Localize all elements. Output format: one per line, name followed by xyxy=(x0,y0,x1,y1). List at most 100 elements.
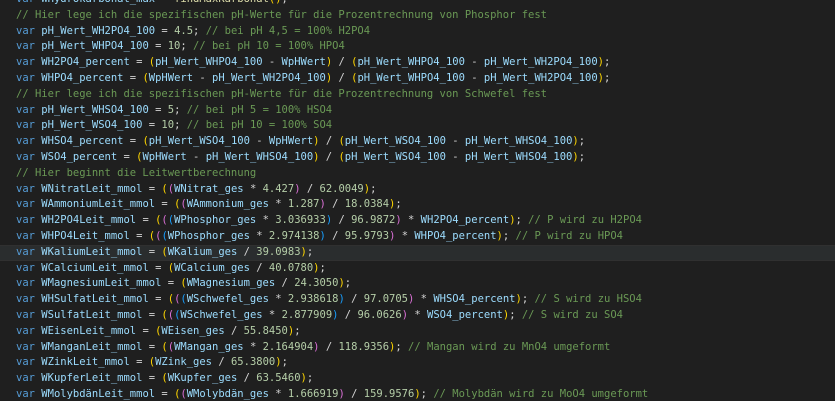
code-token: var xyxy=(16,0,41,5)
code-token: WNitrat_ges xyxy=(174,182,244,195)
code-token: * xyxy=(395,229,415,242)
code-token: WZinkLeit_mmol xyxy=(41,356,130,369)
code-token: var xyxy=(16,324,42,337)
code-line[interactable]: var WHSO4_percent = (pH_Wert_WSO4_100 - … xyxy=(0,134,835,150)
code-token: var xyxy=(16,103,42,116)
code-token: 1.287 xyxy=(287,198,320,211)
code-token: WNitratLeit_mmol xyxy=(41,182,143,195)
code-token: WKupferLeit_mmol xyxy=(41,372,143,385)
code-token: = xyxy=(155,387,175,400)
code-token: pH_Wert_WHSO4_100 xyxy=(41,103,149,116)
code-token: = xyxy=(123,135,143,148)
code-line[interactable]: var WHPO4_percent = (WpHWert - pH_Wert_W… xyxy=(0,71,835,87)
code-line[interactable]: var WHydrokarbonat_max = findMaxKarbonat… xyxy=(0,0,835,8)
code-token: 3.036933 xyxy=(275,214,326,227)
code-token: WHPO4_percent xyxy=(414,229,497,242)
code-line[interactable]: var WHPO4Leit_mmol = (((WPhosphor_ges * … xyxy=(0,229,835,245)
code-token: ; xyxy=(370,182,377,195)
code-token: () xyxy=(269,0,282,5)
code-line[interactable]: // Hier beginnt die Leitwertberechnung xyxy=(0,166,835,182)
code-token: ; xyxy=(319,261,326,274)
code-token: WH2PO4_percent xyxy=(420,214,510,227)
code-token: pH_Wert_WHSO4_100 xyxy=(464,135,573,148)
code-line[interactable]: var pH_Wert_WHPO4_100 = 10; // bei pH 10… xyxy=(0,39,835,55)
code-token: 65.3800 xyxy=(230,356,276,369)
code-token: ; xyxy=(174,119,187,132)
code-token: var xyxy=(16,150,42,163)
code-token: * xyxy=(249,229,269,242)
code-token: WHydrokarbonat_max xyxy=(41,0,155,5)
code-token: var xyxy=(16,182,42,195)
code-token: pH_Wert_WSO4_100 xyxy=(148,135,250,148)
code-token: ; xyxy=(294,324,301,337)
code-token: 39.0983 xyxy=(256,245,301,258)
code-line[interactable]: var WH2PO4_percent = (pH_Wert_WHPO4_100 … xyxy=(0,55,835,71)
code-token: 2.164904 xyxy=(262,340,314,353)
code-token: WSchwefel_ges xyxy=(180,308,263,321)
code-token: WAmmoniumLeit_mmol xyxy=(41,198,156,211)
code-token: WCalcium_ges xyxy=(174,261,250,274)
code-line[interactable]: var WManganLeit_mmol = ((WMangan_ges * 2… xyxy=(0,340,835,356)
code-token: pH_Wert_WH2PO4_100 xyxy=(483,56,598,69)
code-line[interactable]: var WCalciumLeit_mmol = (WCalcium_ges / … xyxy=(0,261,835,277)
code-line[interactable]: // Hier lege ich die spezifischen pH-Wer… xyxy=(0,8,835,24)
code-token: WHPO4_percent xyxy=(41,71,124,84)
code-token: ; xyxy=(420,387,434,400)
code-token: / xyxy=(249,261,269,274)
code-line[interactable]: var WH2PO4Leit_mmol = (((WPhosphor_ges *… xyxy=(0,213,835,229)
code-token: WPhosphor_ges xyxy=(174,214,257,227)
code-token: pH_Wert_WSO4_100 xyxy=(41,119,143,132)
code-token: 24.3050 xyxy=(294,277,339,290)
code-token: / xyxy=(325,198,345,211)
code-line[interactable]: var WAmmoniumLeit_mmol = ((WAmmonium_ges… xyxy=(0,197,835,213)
code-line[interactable]: var WSulfatLeit_mmol = (((WSchwefel_ges … xyxy=(0,308,835,324)
code-line[interactable]: // Hier lege ich die spezifischen pH-Wer… xyxy=(0,87,835,103)
code-token: * xyxy=(243,182,263,195)
code-token: WMagnesiumLeit_mmol xyxy=(41,277,162,290)
code-token: = xyxy=(148,293,168,306)
code-token: 18.0384 xyxy=(344,198,390,211)
code-token: WMangan_ges xyxy=(174,340,244,353)
code-token: = xyxy=(117,150,137,163)
code-token: - xyxy=(445,135,465,148)
code-token: ; xyxy=(578,150,586,163)
code-line[interactable]: var pH_Wert_WSO4_100 = 10; // bei pH 10 … xyxy=(0,118,835,134)
code-token: findMaxKarbonat xyxy=(174,0,269,5)
code-token: 2.974138 xyxy=(268,229,320,242)
code-token: WH2PO4Leit_mmol xyxy=(41,214,137,227)
code-token: = xyxy=(142,340,162,353)
code-token: = xyxy=(148,40,168,53)
code-token: WpHWert xyxy=(148,71,194,84)
code-token: ; xyxy=(604,56,611,69)
code-token: 63.5460 xyxy=(256,372,301,385)
code-token: = xyxy=(155,24,175,37)
code-token: * xyxy=(414,293,434,306)
code-line[interactable]: var WMagnesiumLeit_mmol = (WMagnesium_ge… xyxy=(0,276,835,292)
code-line[interactable]: var pH_Wert_WHSO4_100 = 5; // bei pH 5 =… xyxy=(0,103,835,119)
code-line[interactable]: var WHSulfatLeit_mmol = (((WSchwefel_ges… xyxy=(0,292,835,308)
code-token: 97.0705 xyxy=(363,293,409,306)
code-line[interactable]: var WZinkLeit_mmol = (WZink_ges / 65.380… xyxy=(0,355,835,371)
code-token: WEisen_ges xyxy=(161,324,225,337)
code-token: ; xyxy=(604,71,611,84)
code-line[interactable]: var WEisenLeit_mmol = (WEisen_ges / 55.8… xyxy=(0,324,835,340)
code-line[interactable]: var WMolybdänLeit_mmol = ((WMolybdän_ges… xyxy=(0,387,835,401)
code-line[interactable]: var pH_Wert_WH2PO4_100 = 4.5; // bei pH … xyxy=(0,24,835,40)
code-token: WHSulfatLeit_mmol xyxy=(41,293,149,306)
code-token: // Mangan wird zu MnO4 umgeformt xyxy=(408,340,611,353)
code-token: WH2PO4_percent xyxy=(41,56,130,69)
code-token: = xyxy=(129,229,149,242)
code-token: pH_Wert_WH2PO4_100 xyxy=(41,24,156,37)
code-line[interactable]: var WNitratLeit_mmol = ((WNitrat_ges * 4… xyxy=(0,182,835,198)
code-line[interactable]: var WKaliumLeit_mmol = (WKalium_ges / 39… xyxy=(0,244,835,261)
code-token: WSulfatLeit_mmol xyxy=(41,308,143,321)
code-token: var xyxy=(16,24,42,37)
code-token: pH_Wert_WHPO4_100 xyxy=(357,56,465,69)
code-line[interactable]: var WSO4_percent = (WpHWert - pH_Wert_WH… xyxy=(0,150,835,166)
code-token: var xyxy=(16,135,42,148)
code-editor[interactable]: var WHydrokarbonat_max = findMaxKarbonat… xyxy=(0,0,835,401)
code-token: var xyxy=(16,56,42,69)
code-token: WKupfer_ges xyxy=(167,372,238,385)
code-token: var xyxy=(16,245,42,258)
code-line[interactable]: var WKupferLeit_mmol = (WKupfer_ges / 63… xyxy=(0,371,835,387)
